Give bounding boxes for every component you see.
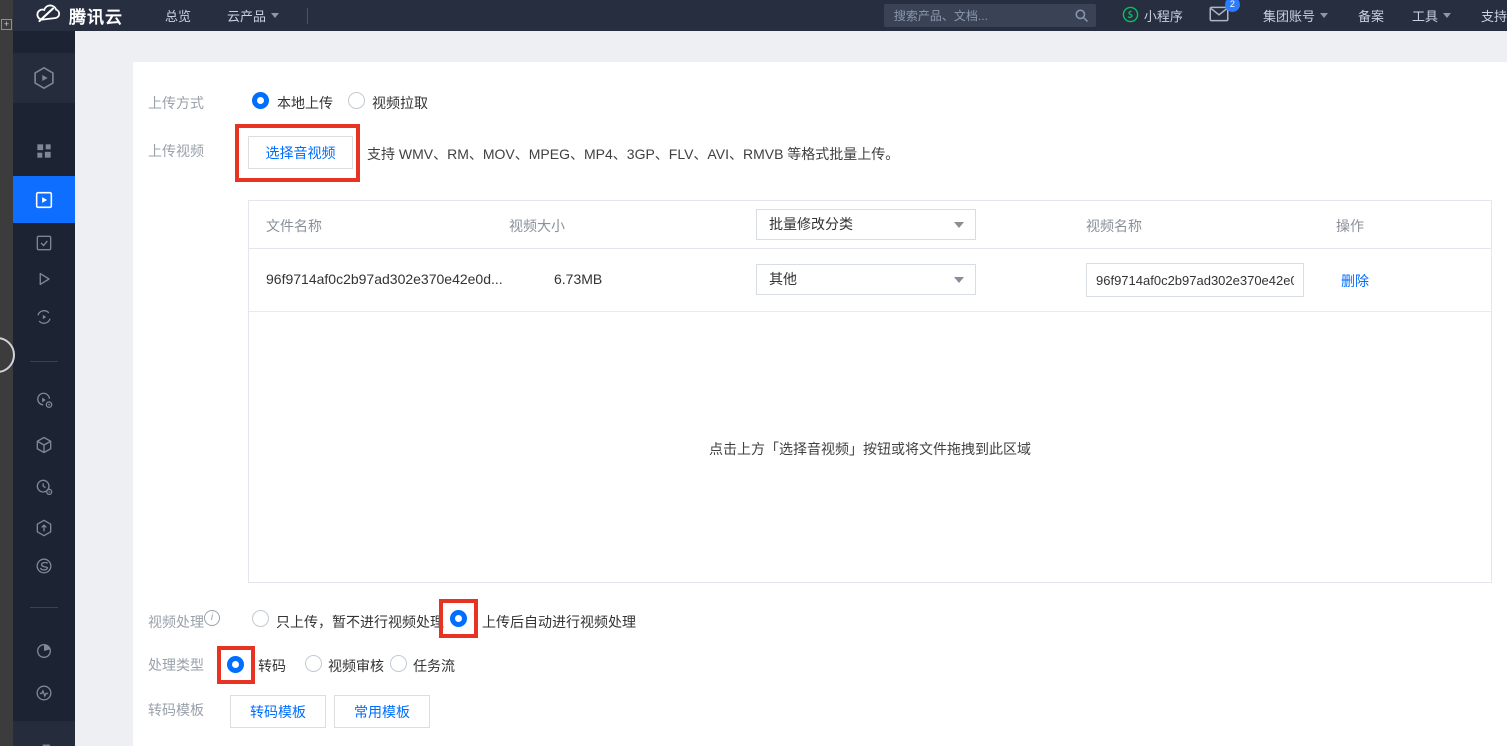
transcode-cycle-icon [34, 307, 54, 327]
page: + 腾讯云 总览 云产品 [0, 0, 1507, 746]
dashboard-grid-icon [34, 141, 54, 161]
annotation-box-select-video [235, 124, 360, 182]
sidebar-collapse-button[interactable] [13, 721, 75, 746]
transcode-template-button[interactable]: 转码模板 [230, 695, 326, 728]
stream-icon [34, 556, 54, 576]
cell-filename: 96f9714af0c2b97ad302e370e42e0d... [266, 271, 503, 287]
statistics-pie-icon [34, 641, 54, 661]
play-outline-icon [34, 269, 54, 289]
sidebar-item-play[interactable] [13, 259, 75, 299]
plus-icon[interactable]: + [1, 19, 12, 30]
chevron-down-icon [954, 277, 964, 283]
radio-video-review-label[interactable]: 视频审核 [328, 656, 384, 676]
table-header-row: 文件名称 视频大小 批量修改分类 视频名称 操作 [249, 201, 1491, 249]
collapse-menu-icon [34, 739, 54, 746]
radio-local-upload[interactable] [252, 92, 269, 109]
radio-video-pull[interactable] [348, 92, 365, 109]
sidebar-item-monitor[interactable] [13, 673, 75, 713]
cell-size: 6.73MB [554, 271, 602, 287]
capture-side-strip: + [0, 0, 13, 746]
monitor-pulse-icon [34, 683, 54, 703]
miniprogram-link[interactable]: 小程序 [1122, 6, 1183, 26]
search-icon[interactable] [1074, 8, 1089, 26]
top-navigation-bar: 腾讯云 总览 云产品 小程序 [13, 0, 1507, 31]
capture-handle-icon[interactable] [0, 337, 15, 373]
video-processing-label: 视频处理 [148, 612, 204, 632]
sidebar-item-distribute[interactable] [13, 508, 75, 548]
radio-video-pull-label[interactable]: 视频拉取 [372, 93, 428, 113]
sidebar-item-schedule[interactable] [13, 467, 75, 507]
task-play-gear-icon [34, 390, 54, 410]
sidebar-item-stream[interactable] [13, 546, 75, 586]
publish-hexagon-icon [34, 518, 54, 538]
chevron-down-icon [1443, 13, 1451, 18]
miniprogram-icon [1122, 6, 1139, 26]
group-account-menu[interactable]: 集团账号 [1263, 6, 1328, 25]
messages-button[interactable]: 2 [1209, 6, 1229, 25]
envelope-icon [1209, 10, 1229, 25]
radio-video-review[interactable] [305, 655, 322, 672]
video-name-input[interactable] [1086, 263, 1304, 297]
chevron-down-icon [954, 222, 964, 228]
left-sidebar [13, 31, 75, 746]
message-count-badge: 2 [1225, 0, 1240, 12]
nav-cloud-products[interactable]: 云产品 [227, 6, 279, 25]
sidebar-divider [30, 607, 58, 608]
search-input[interactable] [884, 9, 1096, 23]
col-filename: 文件名称 [266, 216, 322, 236]
brand-text: 腾讯云 [69, 3, 123, 28]
sidebar-item-vod-product[interactable] [13, 53, 75, 103]
upload-method-label: 上传方式 [148, 93, 204, 113]
sidebar-item-statistics[interactable] [13, 631, 75, 671]
dropzone-hint-text: 点击上方「选择音视频」按钮或将文件拖拽到此区域 [249, 439, 1491, 459]
annotation-box-transcode [217, 646, 255, 684]
annotation-box-auto-process [439, 599, 478, 638]
common-template-button[interactable]: 常用模板 [334, 695, 430, 728]
process-type-label: 处理类型 [148, 655, 204, 675]
batch-category-select[interactable]: 批量修改分类 [756, 209, 976, 240]
vod-product-icon [31, 65, 57, 91]
radio-transcode-label[interactable]: 转码 [258, 656, 286, 676]
sidebar-item-package[interactable] [13, 425, 75, 465]
sidebar-item-overview[interactable] [13, 131, 75, 171]
sidebar-item-transcode[interactable] [13, 297, 75, 337]
table-row: 96f9714af0c2b97ad302e370e42e0d... 6.73MB… [249, 249, 1491, 312]
radio-auto-process-label[interactable]: 上传后自动进行视频处理 [482, 612, 636, 632]
cube-icon [34, 435, 54, 455]
col-size: 视频大小 [509, 216, 565, 236]
media-upload-icon [33, 189, 55, 211]
upload-video-label: 上传视频 [148, 141, 204, 161]
support-menu[interactable]: 支持 [1481, 6, 1507, 25]
icp-filing-link[interactable]: 备案 [1358, 6, 1384, 25]
format-hint-text: 支持 WMV、RM、MOV、MPEG、MP4、3GP、FLV、AVI、RMVB … [367, 144, 899, 164]
delete-row-link[interactable]: 删除 [1341, 271, 1369, 291]
info-icon[interactable]: i [204, 610, 220, 626]
schedule-gear-icon [34, 477, 54, 497]
nav-overview[interactable]: 总览 [165, 6, 191, 25]
tools-menu[interactable]: 工具 [1412, 6, 1451, 25]
search-box[interactable] [884, 4, 1096, 27]
radio-local-upload-label[interactable]: 本地上传 [277, 93, 333, 113]
review-check-icon [34, 233, 54, 253]
radio-task-flow[interactable] [390, 655, 407, 672]
tencent-cloud-logo[interactable]: 腾讯云 [35, 3, 123, 28]
transcode-template-label: 转码模板 [148, 700, 204, 720]
row-category-select[interactable]: 其他 [756, 264, 976, 295]
sidebar-item-review[interactable] [13, 223, 75, 263]
chevron-down-icon [271, 13, 279, 18]
cloud-logo-icon [35, 3, 61, 28]
col-video-name: 视频名称 [1086, 216, 1142, 236]
radio-upload-only-label[interactable]: 只上传，暂不进行视频处理 [276, 612, 444, 632]
radio-task-flow-label[interactable]: 任务流 [413, 656, 455, 676]
sidebar-divider [30, 361, 58, 362]
topbar-divider [307, 8, 308, 24]
chevron-down-icon [1320, 13, 1328, 18]
radio-upload-only[interactable] [252, 610, 269, 627]
sidebar-item-media-upload[interactable] [13, 176, 75, 223]
sidebar-item-task-config[interactable] [13, 380, 75, 420]
col-action: 操作 [1336, 216, 1364, 236]
upload-file-table: 文件名称 视频大小 批量修改分类 视频名称 操作 96f9714af0c2b97… [248, 200, 1492, 583]
